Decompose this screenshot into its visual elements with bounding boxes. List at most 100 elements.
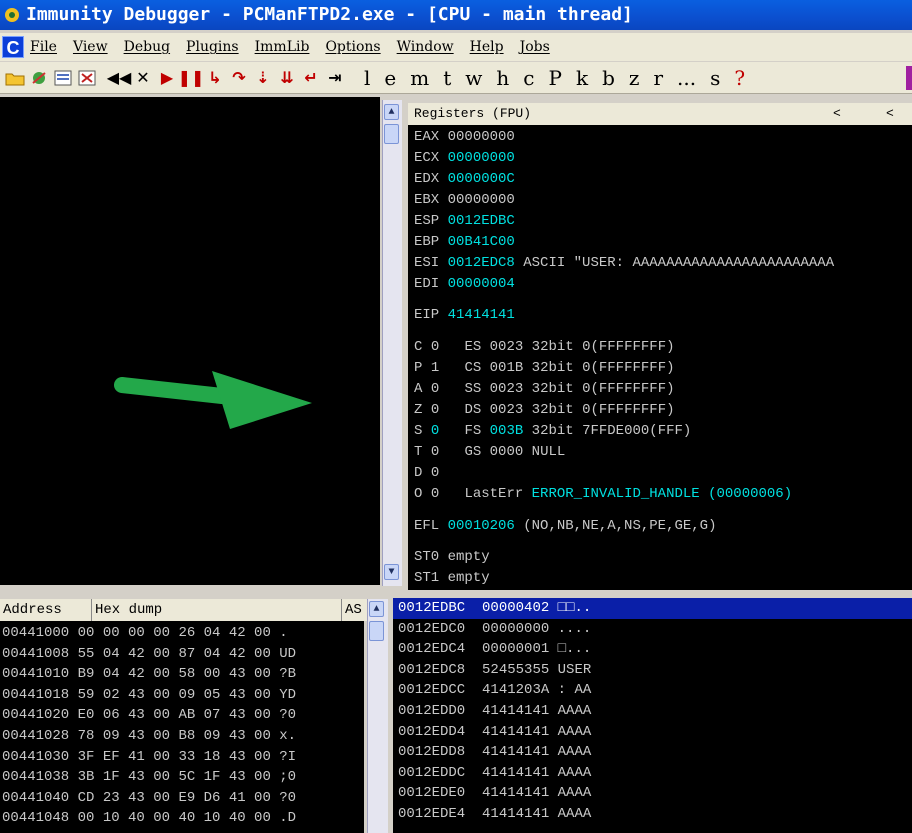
fpu-st0[interactable]: ST0 empty	[414, 548, 490, 566]
disassembly-scrollbar[interactable]: ▲ ▼	[382, 100, 402, 586]
scroll-thumb[interactable]	[384, 124, 399, 144]
flag-row-a[interactable]: A 0 SS 0023 32bit 0(FFFFFFFF)	[414, 380, 675, 398]
flag-row-s[interactable]: S 0 FS 003B 32bit 7FFDE000(FFF)	[414, 422, 691, 440]
scroll-up-icon[interactable]: ▲	[384, 104, 399, 120]
dump-row[interactable]: 00441038 3B 1F 43 00 5C 1F 43 00 ;0	[2, 767, 296, 788]
stack-row-selected[interactable]: 0012EDBC 00000402 □□..	[393, 598, 912, 619]
stack-pane[interactable]: 0012EDBC 00000402 □□.. 0012EDC0 00000000…	[393, 598, 912, 833]
hex-dump-pane[interactable]: 00441000 00 00 00 00 26 04 42 00 . 00441…	[0, 621, 364, 833]
menu-debug[interactable]: Debug	[124, 39, 170, 55]
stack-row[interactable]: 0012EDC8 52455355 USER	[393, 660, 912, 681]
registers-pane[interactable]: EAX 00000000 ECX 00000000 EDX 0000000C E…	[408, 125, 912, 590]
cpu-window-icon[interactable]: C	[2, 36, 24, 58]
dump-row[interactable]: 00441010 B9 04 42 00 58 00 43 00 ?B	[2, 664, 296, 685]
menu-options[interactable]: Options	[325, 39, 380, 55]
register-eax[interactable]: EAX 00000000	[414, 128, 515, 146]
step-over-icon[interactable]: ↷	[228, 67, 250, 89]
menu-plugins[interactable]: Plugins	[186, 39, 239, 55]
dump-row[interactable]: 00441018 59 02 43 00 09 05 43 00 YD	[2, 685, 296, 706]
toolbar-breakpoints-button[interactable]: b	[602, 62, 615, 94]
step-into-icon[interactable]: ↳	[204, 67, 226, 89]
dump-row[interactable]: 00441028 78 09 43 00 B8 09 43 00 x.	[2, 726, 296, 747]
register-efl[interactable]: EFL 00010206 (NO,NB,NE,A,NS,PE,GE,G)	[414, 517, 716, 535]
toolbar-memory-map-button[interactable]: m	[410, 62, 429, 94]
toolbar-z-button[interactable]: z	[629, 62, 640, 94]
dump-row[interactable]: 00441040 CD 23 43 00 E9 D6 41 00 ?0	[2, 788, 296, 809]
toolbar-threads-button[interactable]: t	[443, 62, 451, 94]
flag-row-d[interactable]: D 0	[414, 464, 439, 482]
stack-row[interactable]: 0012EDD4 41414141 AAAA	[393, 722, 912, 743]
register-esi[interactable]: ESI 0012EDC8 ASCII "USER: AAAAAAAAAAAAAA…	[414, 254, 834, 272]
stack-row[interactable]: 0012EDC4 00000001 □...	[393, 639, 912, 660]
flag-row-t[interactable]: T 0 GS 0000 NULL	[414, 443, 565, 461]
register-edx[interactable]: EDX 0000000C	[414, 170, 515, 188]
rewind-icon[interactable]: ◀◀	[107, 67, 132, 89]
register-value: 00B41C00	[447, 234, 515, 250]
dump-col-hex[interactable]: Hex dump	[92, 599, 342, 621]
stack-row[interactable]: 0012EDDC 41414141 AAAA	[393, 763, 912, 784]
stack-row[interactable]: 0012EDD0 41414141 AAAA	[393, 701, 912, 722]
register-ecx[interactable]: ECX 00000000	[414, 149, 515, 167]
dump-scrollbar[interactable]: ▲	[367, 599, 388, 833]
register-esp[interactable]: ESP 0012EDBC	[414, 212, 515, 230]
go-to-icon[interactable]: ⇥	[324, 67, 346, 89]
menu-help[interactable]: Help	[470, 39, 504, 55]
toolbar-source-button[interactable]: s	[710, 62, 720, 94]
app-icon	[5, 8, 19, 22]
stack-row[interactable]: 0012EDE0 41414141 AAAA	[393, 783, 912, 804]
open-icon[interactable]	[4, 67, 26, 89]
toolbar-run-trace-button[interactable]: ...	[677, 62, 696, 94]
fpu-st1[interactable]: ST1 empty	[414, 569, 490, 587]
window-title-bar[interactable]: Immunity Debugger - PCManFTPD2.exe - [CP…	[0, 0, 912, 30]
trace-into-icon[interactable]: ⇣	[252, 67, 274, 89]
flag-row-p[interactable]: P 1 CS 001B 32bit 0(FFFFFFFF)	[414, 359, 675, 377]
restart-icon[interactable]	[28, 67, 50, 89]
menu-view[interactable]: View	[73, 39, 108, 55]
dump-row[interactable]: 00441030 3F EF 41 00 33 18 43 00 ?I	[2, 747, 296, 768]
dump-row[interactable]: 00441008 55 04 42 00 87 04 42 00 UD	[2, 644, 296, 665]
toolbar-handles-button[interactable]: h	[496, 62, 509, 94]
run-icon[interactable]: ▶	[156, 67, 178, 89]
register-ebp[interactable]: EBP 00B41C00	[414, 233, 515, 251]
menu-jobs[interactable]: Jobs	[520, 39, 550, 55]
dump-row[interactable]: 00441048 00 10 40 00 40 10 40 00 .D	[2, 808, 296, 829]
toolbar: ◀◀ ✕ ▶ ❚❚ ↳ ↷ ⇣ ⇊ ↵ ⇥ l e m t w h c P k …	[0, 62, 912, 94]
registers-header[interactable]: Registers (FPU) < <	[408, 103, 912, 125]
menu-file[interactable]: File	[30, 39, 57, 55]
scroll-down-icon[interactable]: ▼	[384, 564, 399, 580]
stack-row[interactable]: 0012EDE4 41414141 AAAA	[393, 804, 912, 825]
toolbar-cpu-button[interactable]: c	[523, 62, 534, 94]
stack-row[interactable]: 0012EDD8 41414141 AAAA	[393, 742, 912, 763]
disassembly-pane[interactable]	[0, 97, 380, 585]
toolbar-call-stack-button[interactable]: k	[576, 62, 588, 94]
menu-window[interactable]: Window	[397, 39, 454, 55]
toolbar-windows-button[interactable]: w	[465, 62, 482, 94]
dump-row[interactable]: 00441020 E0 06 43 00 AB 07 43 00 ?0	[2, 705, 296, 726]
toolbar-help-button[interactable]: ?	[734, 62, 745, 94]
registers-nav-left-1[interactable]: <	[833, 103, 841, 125]
stack-row[interactable]: 0012EDC0 00000000 ....	[393, 619, 912, 640]
toolbar-patches-button[interactable]: P	[548, 62, 561, 94]
flag-row-o-lasterr[interactable]: O 0 LastErr ERROR_INVALID_HANDLE (000000…	[414, 485, 792, 503]
register-eip[interactable]: EIP 41414141	[414, 306, 515, 324]
scroll-thumb[interactable]	[369, 621, 384, 641]
toolbar-executable-modules-button[interactable]: e	[384, 62, 396, 94]
console-icon[interactable]	[52, 67, 74, 89]
flag-row-c[interactable]: C 0 ES 0023 32bit 0(FFFFFFFF)	[414, 338, 675, 356]
execute-till-return-icon[interactable]: ↵	[300, 67, 322, 89]
toolbar-references-button[interactable]: r	[653, 62, 663, 94]
toolbar-log-button[interactable]: l	[364, 62, 370, 94]
trace-over-icon[interactable]: ⇊	[276, 67, 298, 89]
memory-icon[interactable]	[76, 67, 98, 89]
close-icon[interactable]: ✕	[132, 67, 154, 89]
registers-nav-left-2[interactable]: <	[886, 103, 894, 125]
register-ebx[interactable]: EBX 00000000	[414, 191, 515, 209]
flag-row-z[interactable]: Z 0 DS 0023 32bit 0(FFFFFFFF)	[414, 401, 675, 419]
dump-col-address[interactable]: Address	[0, 599, 92, 621]
menu-immlib[interactable]: ImmLib	[255, 39, 310, 55]
stack-row[interactable]: 0012EDCC 4141203A : AA	[393, 680, 912, 701]
dump-row[interactable]: 00441000 00 00 00 00 26 04 42 00 .	[2, 623, 288, 644]
pause-icon[interactable]: ❚❚	[178, 67, 205, 89]
register-edi[interactable]: EDI 00000004	[414, 275, 515, 293]
scroll-up-icon[interactable]: ▲	[369, 601, 384, 617]
